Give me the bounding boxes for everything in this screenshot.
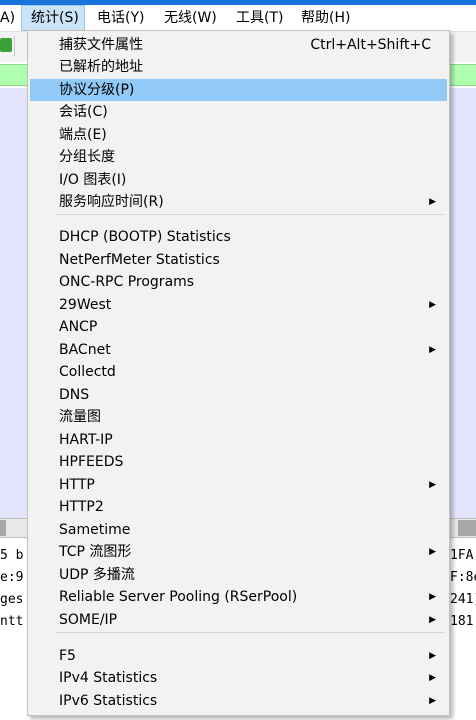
menu-item-reliable-server-pooling[interactable]: Reliable Server Pooling (RSerPool) ▶ — [30, 586, 447, 608]
menubar-item-tools[interactable]: 工具(T) — [236, 5, 283, 31]
menu-item-label: 流量图 — [59, 409, 101, 425]
menu-item-ipv6-statistics[interactable]: IPv6 Statistics ▶ — [30, 690, 447, 712]
submenu-arrow-icon: ▶ — [429, 300, 436, 310]
menu-item-label: DHCP (BOOTP) Statistics — [59, 229, 231, 245]
menu-item-endpoints[interactable]: 端点(E) — [30, 124, 447, 146]
menubar-item-help[interactable]: 帮助(H) — [301, 5, 350, 31]
menu-separator — [56, 214, 445, 215]
toolbar-separator — [14, 36, 15, 56]
menu-item-resolved-addresses[interactable]: 已解析的地址 — [30, 56, 447, 78]
menu-item-label: Reliable Server Pooling (RSerPool) — [59, 589, 298, 605]
menu-item-label: IPv6 Statistics — [59, 693, 158, 709]
submenu-arrow-icon: ▶ — [429, 345, 436, 355]
reload-icon[interactable] — [0, 38, 12, 52]
statistics-dropdown-menu: 捕获文件属性 Ctrl+Alt+Shift+C 已解析的地址 协议分级(P) 会话(C)… — [27, 30, 450, 716]
menu-item-dhcp-bootp-statistics[interactable]: DHCP (BOOTP) Statistics — [30, 226, 447, 248]
menu-item-label: ONC-RPC Programs — [59, 274, 195, 290]
bytes-line: 1FA — [450, 548, 474, 563]
scrollbar-thumb-left[interactable] — [0, 520, 6, 536]
menu-item-label: HART-IP — [59, 432, 113, 448]
submenu-arrow-icon: ▶ — [429, 592, 436, 602]
menu-item-flow-graph[interactable]: 流量图 — [30, 406, 447, 428]
menu-item-http[interactable]: HTTP ▶ — [30, 474, 447, 496]
submenu-arrow-icon: ▶ — [429, 696, 436, 706]
menu-item-label: 会话(C) — [59, 104, 108, 120]
menu-item-udp-multicast-streams[interactable]: UDP 多播流 — [30, 564, 447, 586]
bytes-line: ges — [0, 592, 24, 607]
menu-item-label: Sametime — [59, 522, 131, 538]
menu-item-io-graphs[interactable]: I/O 图表(I) — [30, 169, 447, 191]
bytes-line: 5 b — [0, 548, 24, 563]
menu-item-some-ip[interactable]: SOME/IP ▶ — [30, 609, 447, 631]
menu-separator — [56, 632, 445, 633]
menu-item-onc-rpc-programs[interactable]: ONC-RPC Programs — [30, 271, 447, 293]
menu-item-29west[interactable]: 29West ▶ — [30, 294, 447, 316]
bytes-line: 241] — [450, 592, 476, 607]
submenu-arrow-icon: ▶ — [429, 651, 436, 661]
menu-item-label: HTTP2 — [59, 499, 104, 515]
menu-item-label: 端点(E) — [59, 127, 107, 143]
submenu-arrow-icon: ▶ — [429, 673, 436, 683]
menu-item-label: IPv4 Statistics — [59, 670, 158, 686]
menu-item-packet-lengths[interactable]: 分组长度 — [30, 146, 447, 168]
menu-item-f5[interactable]: F5 ▶ — [30, 645, 447, 667]
menu-item-label: BACnet — [59, 342, 111, 358]
menu-item-http2[interactable]: HTTP2 — [30, 496, 447, 518]
menu-item-netperfmeter-statistics[interactable]: NetPerfMeter Statistics — [30, 249, 447, 271]
menu-item-label: TCP 流图形 — [59, 544, 132, 560]
menu-item-label: 已解析的地址 — [59, 59, 143, 75]
scrollbar-thumb-right[interactable] — [458, 520, 476, 536]
menu-item-service-response-time[interactable]: 服务响应时间(R) ▶ — [30, 191, 447, 213]
submenu-arrow-icon: ▶ — [429, 615, 436, 625]
menu-item-label: 分组长度 — [59, 149, 115, 165]
menu-item-hart-ip[interactable]: HART-IP — [30, 429, 447, 451]
menu-item-label: 捕获文件属性 — [59, 37, 143, 53]
menu-item-label: NetPerfMeter Statistics — [59, 252, 220, 268]
menu-item-ancp[interactable]: ANCP — [30, 316, 447, 338]
menu-item-capture-file-properties[interactable]: 捕获文件属性 Ctrl+Alt+Shift+C — [30, 34, 447, 56]
menu-item-tcp-stream-graphs[interactable]: TCP 流图形 ▶ — [30, 541, 447, 563]
menu-item-collectd[interactable]: Collectd — [30, 361, 447, 383]
menu-item-label: 服务响应时间(R) — [59, 194, 164, 210]
menu-item-label: SOME/IP — [59, 612, 118, 628]
menu-item-label: 协议分级(P) — [59, 82, 135, 98]
menu-item-label: ANCP — [59, 319, 98, 335]
menu-item-ipv4-statistics[interactable]: IPv4 Statistics ▶ — [30, 667, 447, 689]
menu-item-label: DNS — [59, 387, 90, 403]
submenu-arrow-icon: ▶ — [429, 547, 436, 557]
menu-item-label: F5 — [59, 648, 76, 664]
menu-item-label: HPFEEDS — [59, 454, 124, 470]
menu-item-label: Collectd — [59, 364, 116, 380]
menu-item-hpfeeds[interactable]: HPFEEDS — [30, 451, 447, 473]
menu-item-label: 29West — [59, 297, 112, 313]
menu-item-protocol-hierarchy[interactable]: 协议分级(P) — [30, 79, 447, 101]
menu-item-label: HTTP — [59, 477, 95, 493]
submenu-arrow-icon: ▶ — [429, 197, 436, 207]
menu-item-sametime[interactable]: Sametime — [30, 519, 447, 541]
menubar-item-wireless[interactable]: 无线(W) — [164, 5, 217, 31]
bytes-line: 181 — [450, 614, 474, 629]
menu-item-dns[interactable]: DNS — [30, 384, 447, 406]
bytes-line: F:8e — [450, 570, 476, 585]
menu-item-label: UDP 多播流 — [59, 567, 135, 583]
menubar-item-analyze[interactable]: A) — [0, 5, 20, 31]
menu-item-conversations[interactable]: 会话(C) — [30, 101, 447, 123]
menubar-item-statistics[interactable]: 统计(S) — [21, 5, 85, 31]
menubar: A) 统计(S) 电话(Y) 无线(W) 工具(T) 帮助(H) — [0, 5, 476, 32]
bytes-line: e:9 — [0, 570, 24, 585]
bytes-line: ntt — [0, 614, 24, 629]
menu-item-shortcut: Ctrl+Alt+Shift+C — [310, 37, 431, 53]
menu-item-label: I/O 图表(I) — [59, 172, 127, 188]
submenu-arrow-icon: ▶ — [429, 480, 436, 490]
menubar-item-telephony[interactable]: 电话(Y) — [97, 5, 144, 31]
menu-item-bacnet[interactable]: BACnet ▶ — [30, 339, 447, 361]
